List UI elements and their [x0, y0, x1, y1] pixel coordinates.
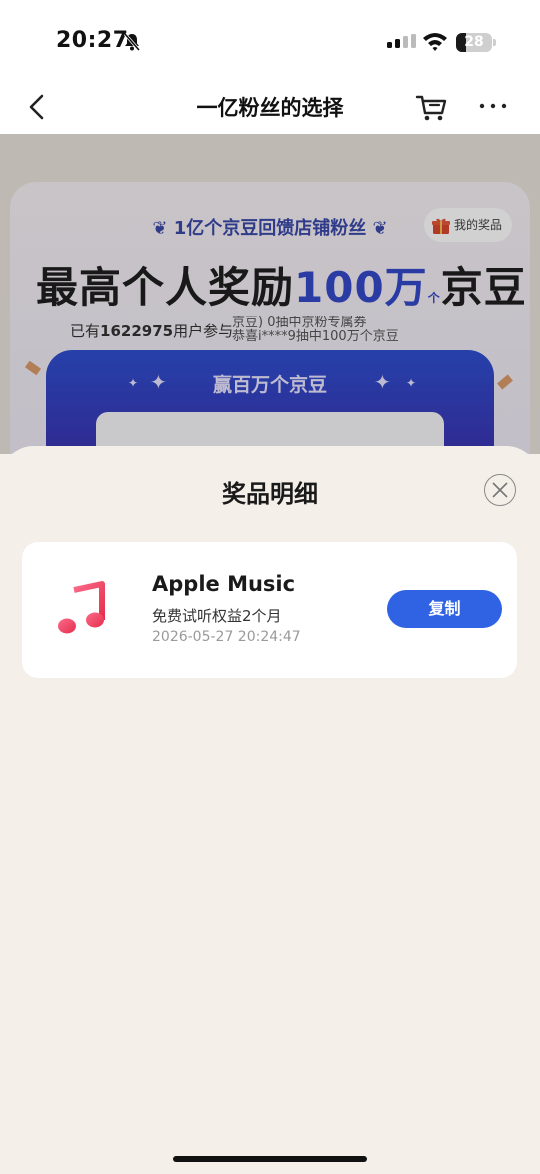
wifi-icon — [423, 33, 447, 51]
battery-icon: 28 — [456, 33, 492, 52]
dim-overlay[interactable] — [0, 134, 540, 454]
close-icon[interactable] — [484, 474, 516, 506]
signal-icon — [387, 34, 416, 48]
apple-music-icon — [58, 581, 105, 634]
close-x-glyph — [492, 482, 508, 498]
sheet-title: 奖品明细 — [222, 480, 318, 508]
prize-description: 免费试听权益2个月 — [152, 607, 282, 625]
prize-date: 2026-05-27 20:24:47 — [152, 629, 301, 645]
home-indicator[interactable] — [173, 1156, 367, 1162]
page-title: 一亿粉丝的选择 — [196, 96, 344, 120]
status-bar: 20:27 28 — [0, 0, 540, 80]
more-icon[interactable] — [476, 94, 510, 118]
copy-button[interactable]: 复制 — [387, 590, 502, 628]
prize-name: Apple Music — [152, 572, 296, 596]
cart-icon[interactable] — [414, 90, 450, 124]
battery-nub — [493, 39, 496, 46]
bell-muted-icon — [123, 33, 141, 51]
status-time: 20:27 — [56, 28, 129, 53]
battery-level-text: 28 — [464, 34, 484, 50]
prize-details-sheet: 奖品明细 Apple Music 免费试听权益2个月 2026-05-27 20… — [0, 446, 540, 1174]
promo-banner: ❦ 1亿个京豆回馈店铺粉丝 ❦ 我的奖品 最高个人奖励100万个京豆 已有162… — [0, 134, 540, 454]
nav-bar: 一亿粉丝的选择 — [0, 80, 540, 134]
prize-card: Apple Music 免费试听权益2个月 2026-05-27 20:24:4… — [22, 542, 517, 678]
